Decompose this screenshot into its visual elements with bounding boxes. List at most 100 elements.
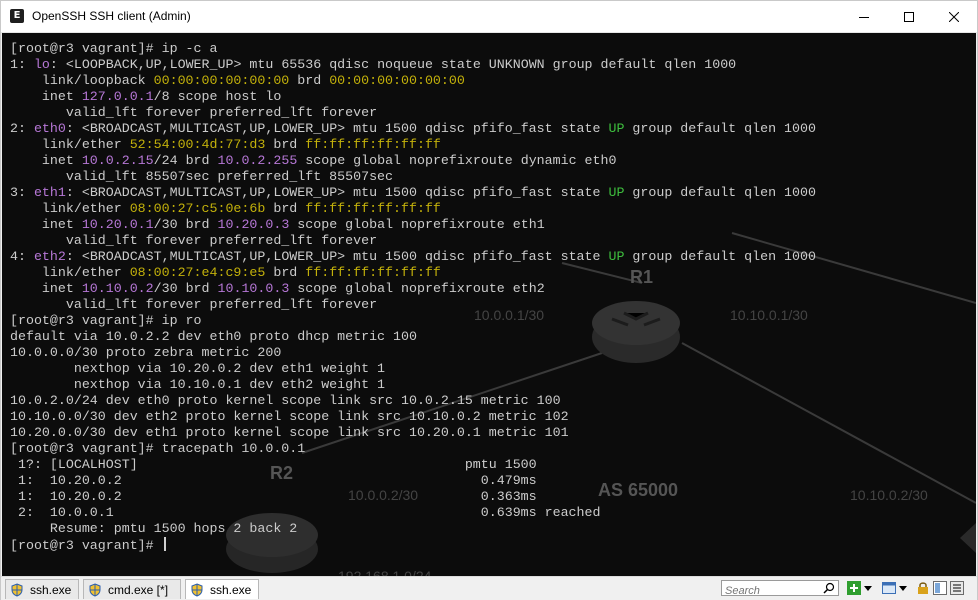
terminal-line: inet 10.0.2.15/24 brd 10.0.2.255 scope g… bbox=[10, 153, 816, 169]
terminal-line: 10.20.0.0/30 dev eth1 proto kernel scope… bbox=[10, 425, 816, 441]
terminal-text-segment: inet bbox=[10, 89, 82, 104]
terminal-text-segment: ff:ff:ff:ff:ff:ff bbox=[305, 265, 441, 280]
shield-icon bbox=[11, 582, 23, 597]
terminal-line: 1: 10.20.0.2 0.479ms bbox=[10, 473, 816, 489]
terminal-text-segment: group default qlen 1000 bbox=[624, 185, 816, 200]
terminal-text-segment: 1: bbox=[10, 57, 34, 72]
terminal-line: link/loopback 00:00:00:00:00:00 brd 00:0… bbox=[10, 73, 816, 89]
shield-icon bbox=[89, 582, 101, 597]
terminal-text-segment: group default qlen 1000 bbox=[624, 249, 816, 264]
terminal-text-segment: : <BROADCAST,MULTICAST,UP,LOWER_UP> mtu … bbox=[65, 121, 609, 136]
terminal-text-segment: 4: bbox=[10, 249, 34, 264]
tab-ssh-1[interactable]: ssh.exe bbox=[5, 579, 79, 599]
terminal-text-segment: 1: 10.20.0.2 0.363ms bbox=[10, 489, 537, 504]
terminal-text-segment: eth1 bbox=[33, 185, 66, 200]
search-box[interactable] bbox=[721, 580, 839, 598]
close-icon bbox=[948, 11, 959, 22]
terminal-line: 1: 10.20.0.2 0.363ms bbox=[10, 489, 816, 505]
title-bar[interactable]: E OpenSSH SSH client (Admin) bbox=[1, 1, 977, 33]
console-list-dropdown[interactable] bbox=[898, 580, 908, 596]
settings-button[interactable] bbox=[949, 580, 965, 596]
window-title: OpenSSH SSH client (Admin) bbox=[32, 9, 191, 23]
tab-ssh-active[interactable]: ssh.exe bbox=[185, 579, 259, 599]
terminal-text-segment: 10.20.0.1 bbox=[81, 217, 154, 232]
terminal-line: 10.10.0.0/30 dev eth2 proto kernel scope… bbox=[10, 409, 816, 425]
terminal-text-segment: lo bbox=[33, 57, 50, 72]
terminal-text-segment: group default qlen 1000 bbox=[624, 121, 816, 136]
terminal-text-segment: /30 brd bbox=[153, 217, 218, 232]
new-console-dropdown[interactable] bbox=[863, 580, 873, 596]
terminal-line: [root@r3 vagrant]# ip ro bbox=[10, 313, 816, 329]
terminal-text-segment: ff:ff:ff:ff:ff:ff bbox=[305, 137, 441, 152]
terminal-line: 10.0.0.0/30 proto zebra metric 200 bbox=[10, 345, 816, 361]
terminal-line: valid_lft 85507sec preferred_lft 85507se… bbox=[10, 169, 816, 185]
chevron-down-icon bbox=[899, 585, 907, 591]
terminal-text-segment: 10.20.0.3 bbox=[217, 217, 290, 232]
terminal-text-segment: [root@r3 vagrant]# ip -c a bbox=[10, 41, 218, 56]
terminal-line: Resume: pmtu 1500 hops 2 back 2 bbox=[10, 521, 816, 537]
terminal-text-segment: 1: 10.20.0.2 0.479ms bbox=[10, 473, 537, 488]
terminal-text-segment: scope global noprefixroute eth2 bbox=[289, 281, 545, 296]
terminal-text-segment: : <LOOPBACK,UP,LOWER_UP> mtu 65536 qdisc… bbox=[49, 57, 737, 72]
shield-icon bbox=[191, 582, 203, 597]
terminal-line: link/ether 08:00:27:c5:0e:6b brd ff:ff:f… bbox=[10, 201, 816, 217]
terminal-text-segment: brd bbox=[265, 201, 306, 216]
terminal-line: 2: 10.0.0.1 0.639ms reached bbox=[10, 505, 816, 521]
app-icon: E bbox=[10, 9, 24, 23]
terminal-text-segment: [root@r3 vagrant]# bbox=[10, 538, 162, 553]
search-input[interactable] bbox=[722, 584, 821, 598]
maximize-icon bbox=[903, 11, 914, 22]
tab-label: cmd.exe [*] bbox=[108, 582, 169, 597]
minimize-icon bbox=[858, 16, 869, 18]
terminal-line: valid_lft forever preferred_lft forever bbox=[10, 233, 816, 249]
tab-cmd[interactable]: cmd.exe [*] bbox=[83, 579, 181, 599]
tab-bar: ssh.exe cmd.exe [*] ssh.exe bbox=[1, 576, 977, 600]
terminal-line: [root@r3 vagrant]# tracepath 10.0.0.1 bbox=[10, 441, 816, 457]
terminal-text-segment: default via 10.0.2.2 dev eth0 proto dhcp… bbox=[10, 329, 417, 344]
terminal-text-segment: 10.0.2.255 bbox=[217, 153, 298, 168]
tab-label: ssh.exe bbox=[30, 582, 72, 597]
terminal-line: nexthop via 10.10.0.1 dev eth2 weight 1 bbox=[10, 377, 816, 393]
terminal-text-segment: eth2 bbox=[33, 249, 66, 264]
terminal-text-segment: scope global noprefixroute dynamic eth0 bbox=[297, 153, 617, 168]
view-button[interactable] bbox=[932, 580, 948, 596]
terminal-line: link/ether 08:00:27:e4:c9:e5 brd ff:ff:f… bbox=[10, 265, 816, 281]
terminal-text-segment: 10.10.0.2 bbox=[81, 281, 154, 296]
terminal-line: 4: eth2: <BROADCAST,MULTICAST,UP,LOWER_U… bbox=[10, 249, 816, 265]
new-console-button[interactable] bbox=[846, 580, 862, 596]
terminal-text-segment: 10.0.0.0/30 proto zebra metric 200 bbox=[10, 345, 282, 360]
terminal-text-segment: /30 brd bbox=[153, 281, 218, 296]
terminal-line: 10.0.2.0/24 dev eth0 proto kernel scope … bbox=[10, 393, 816, 409]
terminal-text-segment: UP bbox=[608, 249, 625, 264]
partial-device-icon bbox=[960, 523, 976, 553]
terminal-text-segment: nexthop via 10.10.0.1 dev eth2 weight 1 bbox=[10, 377, 386, 392]
search-icon[interactable] bbox=[823, 582, 835, 594]
terminal-output: [root@r3 vagrant]# ip -c a 1: lo: <LOOPBA… bbox=[10, 41, 816, 553]
terminal-text-segment: valid_lft forever preferred_lft forever bbox=[10, 233, 378, 248]
maximize-button[interactable] bbox=[886, 1, 931, 32]
terminal-text-segment: /24 brd bbox=[153, 153, 218, 168]
close-button[interactable] bbox=[931, 1, 976, 32]
layout-icon bbox=[933, 581, 947, 595]
terminal-text-segment: 10.0.2.15 bbox=[81, 153, 154, 168]
lock-button[interactable] bbox=[915, 580, 931, 596]
terminal-area[interactable]: R1 R2 AS 65000 10.0.0.1/30 10.10.0.1/30 … bbox=[2, 33, 976, 576]
terminal-text-segment: inet bbox=[10, 153, 82, 168]
terminal-text-segment: 10.20.0.0/30 dev eth1 proto kernel scope… bbox=[10, 425, 569, 440]
minimize-button[interactable] bbox=[841, 1, 886, 32]
terminal-text-segment: [root@r3 vagrant]# tracepath 10.0.0.1 bbox=[10, 441, 306, 456]
terminal-text-segment: 127.0.0.1 bbox=[81, 89, 154, 104]
terminal-text-segment: 08:00:27:e4:c9:e5 bbox=[129, 265, 266, 280]
terminal-line: link/ether 52:54:00:4d:77:d3 brd ff:ff:f… bbox=[10, 137, 816, 153]
terminal-text-segment: [root@r3 vagrant]# ip ro bbox=[10, 313, 202, 328]
menu-icon bbox=[950, 581, 964, 595]
terminal-text-segment: valid_lft forever preferred_lft forever bbox=[10, 105, 378, 120]
terminal-text-segment: : <BROADCAST,MULTICAST,UP,LOWER_UP> mtu … bbox=[65, 185, 609, 200]
terminal-text-segment: 2: bbox=[10, 121, 34, 136]
console-list-button[interactable] bbox=[881, 580, 897, 596]
terminal-line: inet 10.20.0.1/30 brd 10.20.0.3 scope gl… bbox=[10, 217, 816, 233]
plus-icon bbox=[847, 581, 861, 595]
terminal-text-segment: 00:00:00:00:00:00 bbox=[153, 73, 290, 88]
terminal-text-segment: eth0 bbox=[33, 121, 66, 136]
terminal-text-segment: 00:00:00:00:00:00 bbox=[329, 73, 465, 88]
